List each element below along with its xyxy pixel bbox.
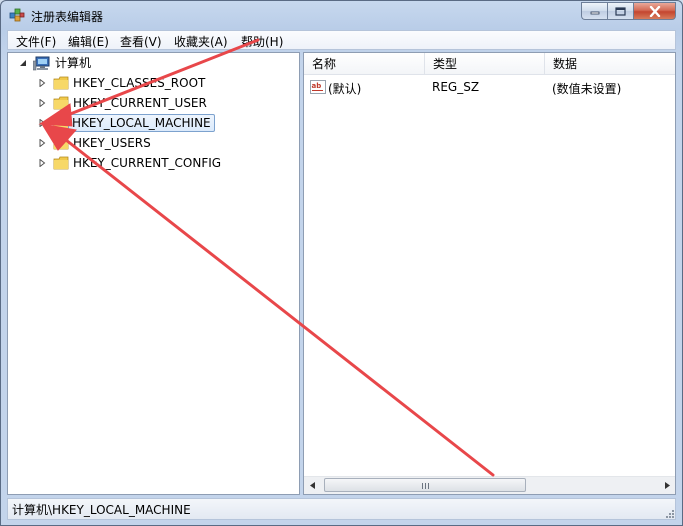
scroll-grip-icon: [422, 483, 430, 489]
row-data-cell: (数值未设置): [552, 82, 622, 96]
window-title: 注册表编辑器: [31, 10, 104, 24]
maximize-icon: [615, 6, 626, 16]
tree-item-hkcr[interactable]: HKEY_CLASSES_ROOT: [8, 74, 298, 92]
column-header-data[interactable]: 数据: [545, 53, 675, 75]
scroll-thumb[interactable]: [324, 478, 526, 492]
column-header-name[interactable]: 名称: [304, 53, 425, 75]
caption-buttons: [581, 2, 676, 21]
tree-item-label: HKEY_CURRENT_USER: [73, 96, 207, 110]
menu-edit[interactable]: 编辑(E): [64, 33, 113, 50]
folder-icon: [53, 156, 69, 170]
svg-text:ab: ab: [312, 82, 322, 90]
tree-item-hku[interactable]: HKEY_USERS: [8, 134, 298, 152]
tree-root-label: 计算机: [55, 56, 92, 70]
collapse-triangle-icon[interactable]: [19, 59, 27, 67]
scroll-right-button[interactable]: [658, 477, 675, 494]
status-path: 计算机\HKEY_LOCAL_MACHINE: [12, 503, 191, 517]
scroll-right-icon: [664, 482, 670, 489]
expand-triangle-icon[interactable]: [38, 79, 46, 87]
close-button[interactable]: [633, 2, 676, 20]
menu-file[interactable]: 文件(F): [12, 33, 60, 50]
row-name-cell: (默认): [328, 82, 362, 96]
minimize-button[interactable]: [581, 2, 607, 20]
tree-item-label: HKEY_CURRENT_CONFIG: [73, 156, 222, 170]
string-value-icon: ab: [310, 80, 326, 94]
tree-item-hkcc[interactable]: HKEY_CURRENT_CONFIG: [8, 154, 298, 172]
folder-icon: [53, 136, 69, 150]
close-icon: [649, 5, 660, 17]
resize-grip-icon[interactable]: [663, 507, 675, 519]
folder-icon: [53, 96, 69, 110]
tree-item-label: HKEY_USERS: [73, 136, 151, 150]
tree-item-hklm[interactable]: HKEY_LOCAL_MACHINE: [8, 114, 298, 132]
column-header-type[interactable]: 类型: [425, 53, 545, 75]
title-bar[interactable]: 注册表编辑器: [1, 1, 682, 29]
tree-item-label: HKEY_CLASSES_ROOT: [73, 76, 206, 90]
expand-triangle-icon[interactable]: [38, 119, 46, 127]
folder-icon: [53, 116, 69, 130]
expand-triangle-icon[interactable]: [38, 99, 46, 107]
row-type-cell: REG_SZ: [432, 80, 480, 94]
tree-pane[interactable]: 计算机 HKEY_CLASSES_ROOT HKEY_CURRENT_USER …: [7, 52, 300, 495]
menu-view[interactable]: 查看(V): [116, 33, 166, 50]
maximize-button[interactable]: [607, 2, 633, 20]
tree-item-hkcu[interactable]: HKEY_CURRENT_USER: [8, 94, 298, 112]
computer-icon: [33, 56, 50, 71]
scroll-left-button[interactable]: [304, 477, 321, 494]
horizontal-scrollbar[interactable]: [304, 476, 675, 494]
menu-help[interactable]: 帮助(H): [237, 33, 287, 50]
expand-triangle-icon[interactable]: [38, 159, 46, 167]
expand-triangle-icon[interactable]: [38, 139, 46, 147]
regedit-app-icon: [9, 8, 25, 22]
tree-item-label-selected: HKEY_LOCAL_MACHINE: [68, 114, 215, 132]
folder-icon: [53, 76, 69, 90]
scroll-left-icon: [309, 482, 315, 489]
menu-favorites[interactable]: 收藏夹(A): [170, 33, 232, 50]
tree-root-row[interactable]: 计算机: [8, 54, 298, 72]
minimize-icon: [590, 11, 599, 15]
values-pane[interactable]: 名称 类型 数据 ab (默认) REG_SZ (数值未设置): [303, 52, 676, 495]
regedit-window: 注册表编辑器 文件(F) 编辑(E) 查看(V) 收藏夹(A) 帮助(H) 计算…: [0, 0, 683, 526]
status-bar: 计算机\HKEY_LOCAL_MACHINE: [7, 498, 676, 520]
menu-bar: 文件(F) 编辑(E) 查看(V) 收藏夹(A) 帮助(H): [7, 30, 676, 50]
